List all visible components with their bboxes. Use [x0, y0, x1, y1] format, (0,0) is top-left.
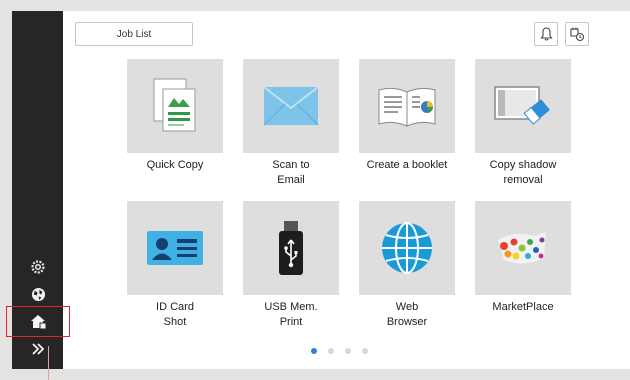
- app-label: Web Browser: [386, 301, 428, 328]
- pointer-line: [48, 346, 49, 380]
- eco-timer-button[interactable]: [565, 22, 589, 46]
- page-indicator[interactable]: [311, 348, 368, 354]
- booklet-icon: [359, 59, 455, 153]
- id-card-icon: [127, 201, 223, 295]
- app-tile-copy-shadow-removal[interactable]: Copy shadow removal: [468, 59, 578, 188]
- globe-icon: [359, 201, 455, 295]
- usb-icon: [243, 201, 339, 295]
- page-dot-4[interactable]: [362, 348, 368, 354]
- app-label: Scan to Email: [272, 159, 310, 186]
- app-tile-marketplace[interactable]: MarketPlace: [468, 201, 578, 315]
- app-label: Create a booklet: [366, 159, 448, 171]
- bell-icon: [539, 27, 553, 41]
- app-tile-quick-copy[interactable]: Quick Copy: [120, 59, 230, 173]
- app-tile-scan-to-email[interactable]: Scan to Email: [236, 59, 346, 188]
- app-label: MarketPlace: [492, 301, 554, 313]
- envelope-icon: [243, 59, 339, 153]
- app-tile-web-browser[interactable]: Web Browser: [352, 201, 462, 330]
- app-label: Copy shadow removal: [489, 159, 557, 186]
- chevron-double-right-icon[interactable]: [27, 338, 49, 360]
- page-dot-2[interactable]: [328, 348, 334, 354]
- app-label: USB Mem. Print: [264, 301, 318, 328]
- sidebar: [6, 11, 70, 380]
- quick-copy-icon: [127, 59, 223, 153]
- settings-gear-icon[interactable]: [27, 256, 49, 278]
- app-tile-id-card-shot[interactable]: ID Card Shot: [120, 201, 230, 330]
- globe-icon[interactable]: [27, 283, 49, 305]
- eco-timer-icon: [570, 27, 585, 42]
- app-label: Quick Copy: [146, 159, 204, 171]
- notification-button[interactable]: [534, 22, 558, 46]
- app-label: ID Card Shot: [156, 301, 194, 328]
- page-dot-3[interactable]: [345, 348, 351, 354]
- job-list-button[interactable]: Job List: [75, 22, 193, 46]
- screen: Job List Quick Copy Scan to Email Create…: [6, 11, 630, 380]
- eraser-icon: [475, 59, 571, 153]
- app-tile-create-booklet[interactable]: Create a booklet: [352, 59, 462, 173]
- selected-item-highlight: [6, 306, 70, 337]
- marketplace-icon: [475, 201, 571, 295]
- page-dot-1[interactable]: [311, 348, 317, 354]
- app-tile-usb-mem-print[interactable]: USB Mem. Print: [236, 201, 346, 330]
